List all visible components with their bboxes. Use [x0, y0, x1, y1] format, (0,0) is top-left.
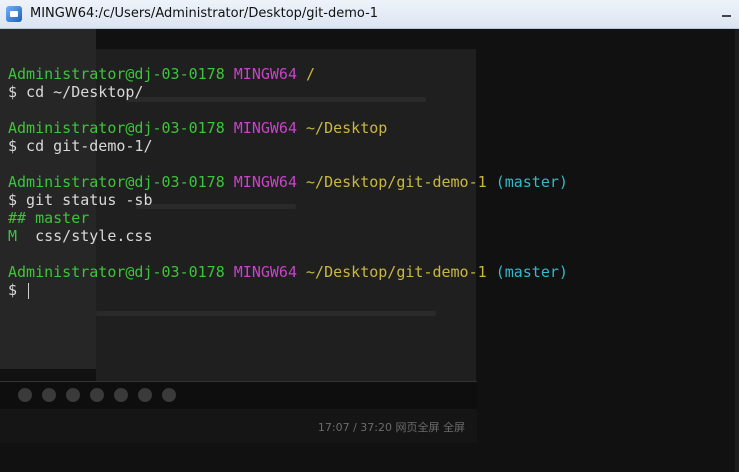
- ghost-app-icon: [66, 388, 80, 402]
- git-status-code: M: [8, 227, 18, 245]
- terminal-input-prompt: $: [8, 281, 27, 299]
- prompt-user: Administrator@dj-03-0178: [8, 263, 225, 281]
- git-status-file-line: M css/style.css: [8, 227, 568, 245]
- git-status-file: css/style.css: [17, 227, 153, 245]
- terminal-area[interactable]: 17:07 / 37:20 网页全屏 全屏 Administrator@dj-0…: [0, 29, 739, 472]
- terminal-command-line: $ cd git-demo-1/: [8, 137, 153, 155]
- terminal-prompt-line: Administrator@dj-03-0178 MINGW64 ~/Deskt…: [8, 173, 568, 191]
- ghost-app-icon: [42, 388, 56, 402]
- prompt-user: Administrator@dj-03-0178: [8, 173, 225, 191]
- ghost-app-icon: [90, 388, 104, 402]
- terminal-window: MINGW64:/c/Users/Administrator/Desktop/g…: [0, 0, 739, 472]
- prompt-path: ~/Desktop/git-demo-1: [306, 173, 487, 191]
- terminal-prompt-line: Administrator@dj-03-0178 MINGW64 ~/Deskt…: [8, 119, 568, 137]
- ghost-taskbar: [0, 381, 477, 410]
- prompt-branch: (master): [495, 263, 568, 281]
- mingw-terminal-icon[interactable]: [6, 6, 22, 22]
- ghost-app-icon: [138, 388, 152, 402]
- text-cursor: [28, 282, 30, 299]
- prompt-system: MINGW64: [233, 263, 297, 281]
- ghost-text-line: [96, 311, 436, 316]
- terminal-command-line: $ cd ~/Desktop/: [8, 83, 144, 101]
- prompt-system: MINGW64: [233, 173, 297, 191]
- ghost-app-icon: [18, 388, 32, 402]
- ghost-app-icon: [162, 388, 176, 402]
- minimize-button[interactable]: [719, 6, 735, 20]
- terminal-output: Administrator@dj-03-0178 MINGW64 / $ cd …: [8, 47, 568, 299]
- prompt-branch: (master): [495, 173, 568, 191]
- prompt-user: Administrator@dj-03-0178: [8, 65, 225, 83]
- terminal-prompt-line: [8, 47, 568, 65]
- window-title: MINGW64:/c/Users/Administrator/Desktop/g…: [30, 6, 379, 21]
- ghost-video-time: 17:07 / 37:20 网页全屏 全屏: [317, 421, 465, 434]
- terminal-prompt-line: Administrator@dj-03-0178 MINGW64 /: [8, 65, 568, 83]
- ghost-app-icon: [114, 388, 128, 402]
- ghost-video-controls: 17:07 / 37:20 网页全屏 全屏: [0, 409, 477, 443]
- terminal-command-line: $ git status -sb: [8, 191, 153, 209]
- prompt-path: ~/Desktop: [306, 119, 388, 137]
- git-status-branch-line: ## master: [8, 209, 90, 227]
- title-bar[interactable]: MINGW64:/c/Users/Administrator/Desktop/g…: [0, 0, 739, 29]
- prompt-system: MINGW64: [233, 119, 297, 137]
- prompt-user: Administrator@dj-03-0178: [8, 119, 225, 137]
- terminal-scrollbar[interactable]: [735, 29, 739, 472]
- prompt-path: ~/Desktop/git-demo-1: [306, 263, 487, 281]
- prompt-system: MINGW64: [233, 65, 297, 83]
- terminal-prompt-line: Administrator@dj-03-0178 MINGW64 ~/Deskt…: [8, 263, 568, 281]
- prompt-path: /: [306, 65, 316, 83]
- terminal-input-line[interactable]: $: [8, 281, 568, 299]
